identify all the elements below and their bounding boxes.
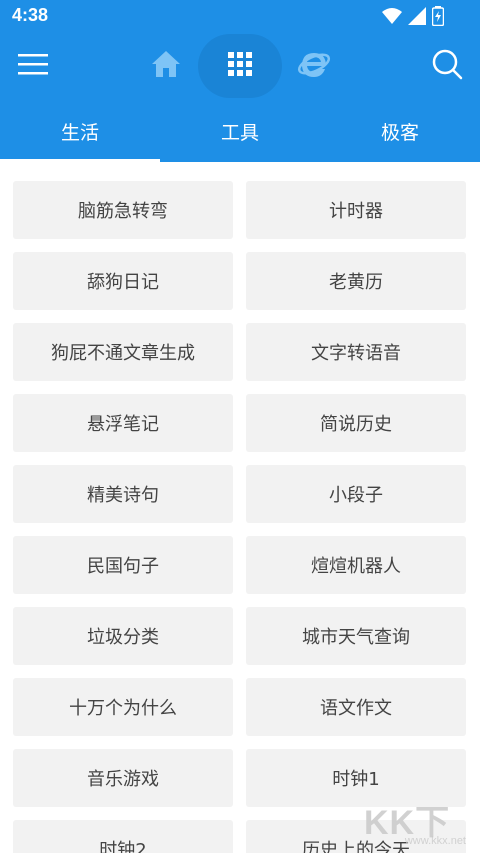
grid-item[interactable]: 城市天气查询	[246, 607, 466, 665]
grid-item[interactable]: 时钟2	[13, 820, 233, 853]
status-time: 4:38	[12, 5, 49, 25]
grid-item[interactable]: 狗屁不通文章生成	[13, 323, 233, 381]
tab-bar: 生活 工具 极客	[0, 100, 480, 162]
apps-grid-icon	[227, 51, 253, 81]
browser-button[interactable]	[292, 44, 336, 88]
tab-life[interactable]: 生活	[0, 100, 160, 162]
grid-item[interactable]: 语文作文	[246, 678, 466, 736]
home-button[interactable]	[144, 44, 188, 88]
top-toolbar	[0, 32, 480, 100]
menu-button[interactable]	[10, 44, 56, 88]
status-bar: 4:38	[0, 0, 480, 32]
tab-label: 生活	[60, 121, 99, 144]
browser-e-icon	[296, 47, 332, 85]
menu-icon	[17, 52, 49, 80]
search-icon	[431, 48, 463, 84]
grid-item[interactable]: 小段子	[246, 465, 466, 523]
apps-button[interactable]	[198, 34, 282, 98]
search-button[interactable]	[424, 44, 470, 88]
signal-icon	[408, 7, 426, 29]
tab-label: 极客	[380, 121, 419, 144]
watermark-logo: KK下载 www.kkx.net	[356, 795, 476, 851]
grid-item[interactable]: 老黄历	[246, 252, 466, 310]
grid-item[interactable]: 舔狗日记	[13, 252, 233, 310]
tab-label: 工具	[220, 121, 259, 144]
grid-item[interactable]: 计时器	[246, 181, 466, 239]
battery-charging-icon	[431, 6, 445, 30]
tab-tools[interactable]: 工具	[160, 100, 320, 162]
tab-geek[interactable]: 极客	[320, 100, 480, 162]
feature-grid: 脑筋急转弯 计时器 舔狗日记 老黄历 狗屁不通文章生成 文字转语音 悬浮笔记 简…	[0, 162, 480, 853]
grid-item[interactable]: 简说历史	[246, 394, 466, 452]
grid-item[interactable]: 脑筋急转弯	[13, 181, 233, 239]
grid-item[interactable]: 十万个为什么	[13, 678, 233, 736]
wifi-icon	[382, 7, 402, 29]
watermark-url: www.kkx.net	[404, 835, 466, 847]
grid-item[interactable]: 悬浮笔记	[13, 394, 233, 452]
grid-item[interactable]: 精美诗句	[13, 465, 233, 523]
grid-item[interactable]: 文字转语音	[246, 323, 466, 381]
grid-item[interactable]: 垃圾分类	[13, 607, 233, 665]
home-icon	[151, 50, 181, 82]
grid-item[interactable]: 民国句子	[13, 536, 233, 594]
grid-item[interactable]: 煊煊机器人	[246, 536, 466, 594]
grid-item[interactable]: 音乐游戏	[13, 749, 233, 807]
